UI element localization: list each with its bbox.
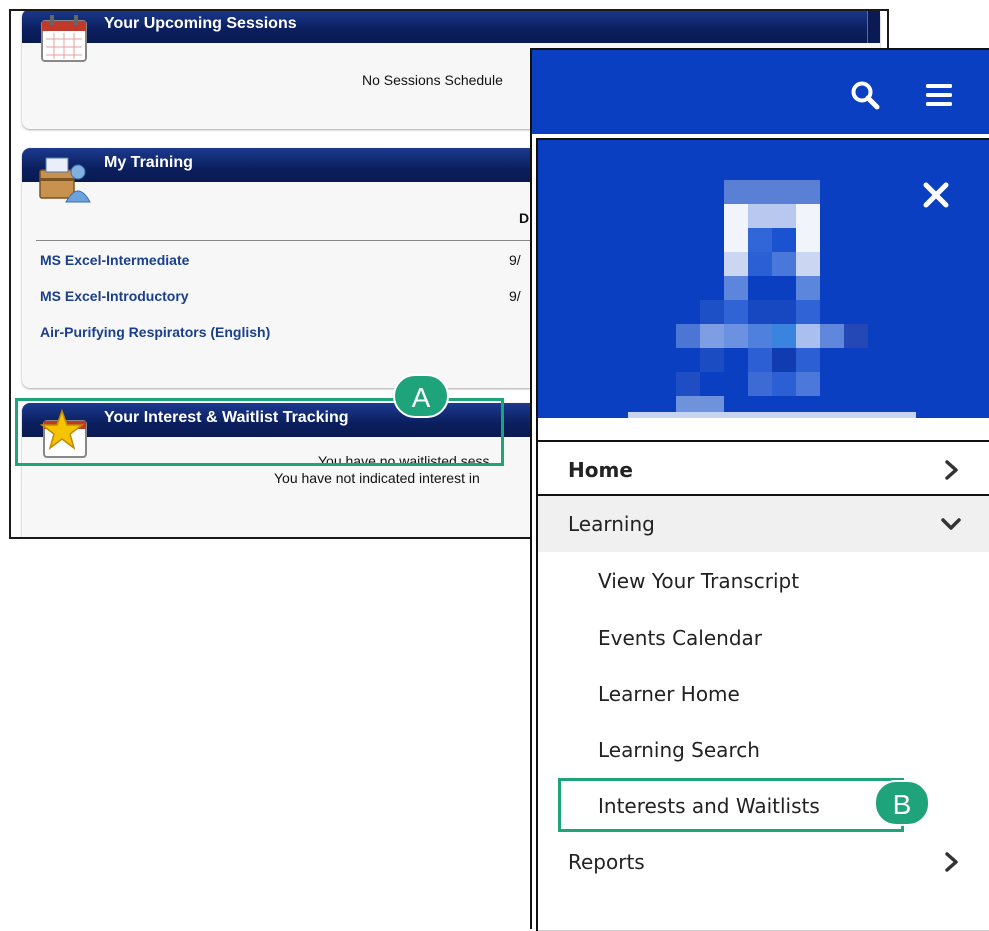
callout-b-highlight bbox=[558, 778, 904, 832]
chevron-down-icon bbox=[941, 518, 961, 530]
callout-b-badge: B bbox=[874, 780, 930, 826]
nav-reports[interactable]: Reports bbox=[538, 834, 989, 890]
no-sessions-message: No Sessions Schedule bbox=[362, 72, 503, 88]
calendar-icon bbox=[41, 15, 87, 62]
nav-home[interactable]: Home bbox=[538, 440, 989, 496]
nav-learning-label: Learning bbox=[568, 512, 655, 536]
hamburger-menu-icon[interactable] bbox=[924, 80, 954, 110]
chevron-right-icon bbox=[945, 460, 958, 480]
training-link-respirators[interactable]: Air-Purifying Respirators (English) bbox=[40, 324, 270, 340]
nav-learner-home-label: Learner Home bbox=[598, 682, 740, 706]
nav-events-calendar[interactable]: Events Calendar bbox=[538, 610, 989, 666]
upcoming-sessions-header: Your Upcoming Sessions bbox=[22, 11, 880, 43]
pixelated-avatar bbox=[628, 180, 916, 418]
nav-learning[interactable]: Learning bbox=[538, 496, 989, 552]
nav-reports-label: Reports bbox=[568, 850, 645, 874]
training-date: 9/ bbox=[509, 252, 521, 268]
profile-header bbox=[538, 140, 989, 418]
upcoming-sessions-title: Your Upcoming Sessions bbox=[104, 15, 297, 32]
interest-message: You have not indicated interest in bbox=[274, 470, 480, 486]
chevron-right-icon bbox=[945, 852, 958, 872]
nav-home-label: Home bbox=[568, 458, 633, 482]
search-icon[interactable] bbox=[850, 80, 880, 110]
nav-learner-home[interactable]: Learner Home bbox=[538, 666, 989, 722]
training-date: 9/ bbox=[509, 288, 521, 304]
nav-view-transcript-label: View Your Transcript bbox=[598, 569, 800, 593]
header-cap bbox=[867, 11, 880, 43]
close-icon[interactable] bbox=[921, 180, 951, 210]
training-icon bbox=[39, 157, 91, 203]
mobile-top-bar bbox=[532, 50, 989, 134]
nav-events-calendar-label: Events Calendar bbox=[598, 626, 763, 650]
nav-view-transcript[interactable]: View Your Transcript bbox=[538, 553, 989, 609]
my-training-title: My Training bbox=[104, 154, 193, 171]
callout-a-badge: A bbox=[393, 374, 449, 418]
date-column-header: D bbox=[519, 210, 530, 226]
training-link-excel-introductory[interactable]: MS Excel-Introductory bbox=[40, 288, 189, 304]
nav-learning-search-label: Learning Search bbox=[598, 738, 760, 762]
nav-learning-search[interactable]: Learning Search bbox=[538, 722, 989, 778]
training-link-excel-intermediate[interactable]: MS Excel-Intermediate bbox=[40, 252, 189, 268]
